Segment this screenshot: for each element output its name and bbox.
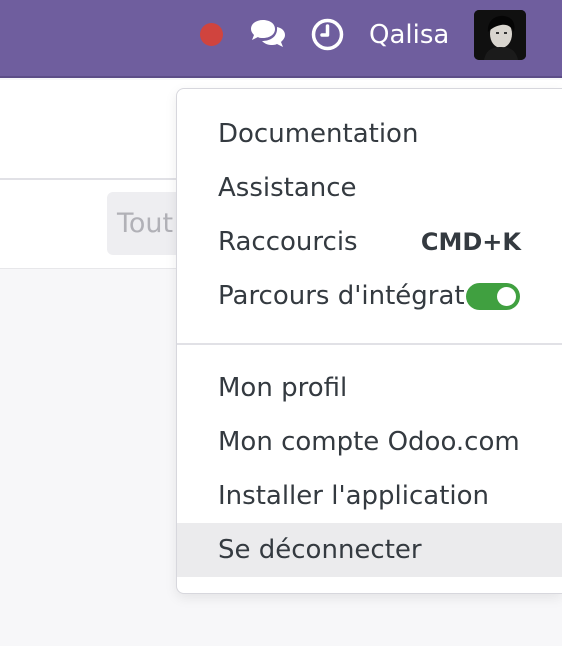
status-dot-icon[interactable]: [200, 23, 223, 46]
username-label[interactable]: Qalisa: [369, 18, 449, 52]
menu-item-label: Se déconnecter: [218, 535, 422, 565]
onboarding-toggle[interactable]: [466, 283, 520, 310]
chat-icon[interactable]: [248, 17, 288, 51]
menu-item-shortcuts[interactable]: Raccourcis CMD+K: [177, 215, 562, 269]
menu-item-label: Mon compte Odoo.com: [218, 427, 520, 457]
menu-item-label: Mon profil: [218, 373, 348, 403]
menu-item-documentation[interactable]: Documentation: [177, 107, 562, 161]
menu-item-install-app[interactable]: Installer l'application: [177, 469, 562, 523]
menu-item-label: Documentation: [218, 119, 419, 149]
shortcut-hint: CMD+K: [420, 228, 521, 256]
menu-item-my-profile[interactable]: Mon profil: [177, 361, 562, 415]
menu-divider: [177, 343, 562, 345]
menu-item-label: Parcours d'intégration: [218, 281, 466, 311]
menu-item-label: Installer l'application: [218, 481, 490, 511]
menu-item-label: Raccourcis: [218, 227, 358, 257]
user-avatar[interactable]: [474, 10, 526, 60]
menu-item-odoo-account[interactable]: Mon compte Odoo.com: [177, 415, 562, 469]
menu-item-label: Assistance: [218, 173, 357, 203]
menu-item-onboarding[interactable]: Parcours d'intégration: [177, 269, 562, 323]
user-menu-dropdown: Documentation Assistance Raccourcis CMD+…: [176, 88, 562, 594]
clock-icon[interactable]: [311, 18, 344, 51]
menu-item-support[interactable]: Assistance: [177, 161, 562, 215]
toggle-knob: [497, 287, 516, 306]
top-navbar: Qalisa: [0, 0, 562, 78]
menu-item-logout[interactable]: Se déconnecter: [177, 523, 562, 577]
